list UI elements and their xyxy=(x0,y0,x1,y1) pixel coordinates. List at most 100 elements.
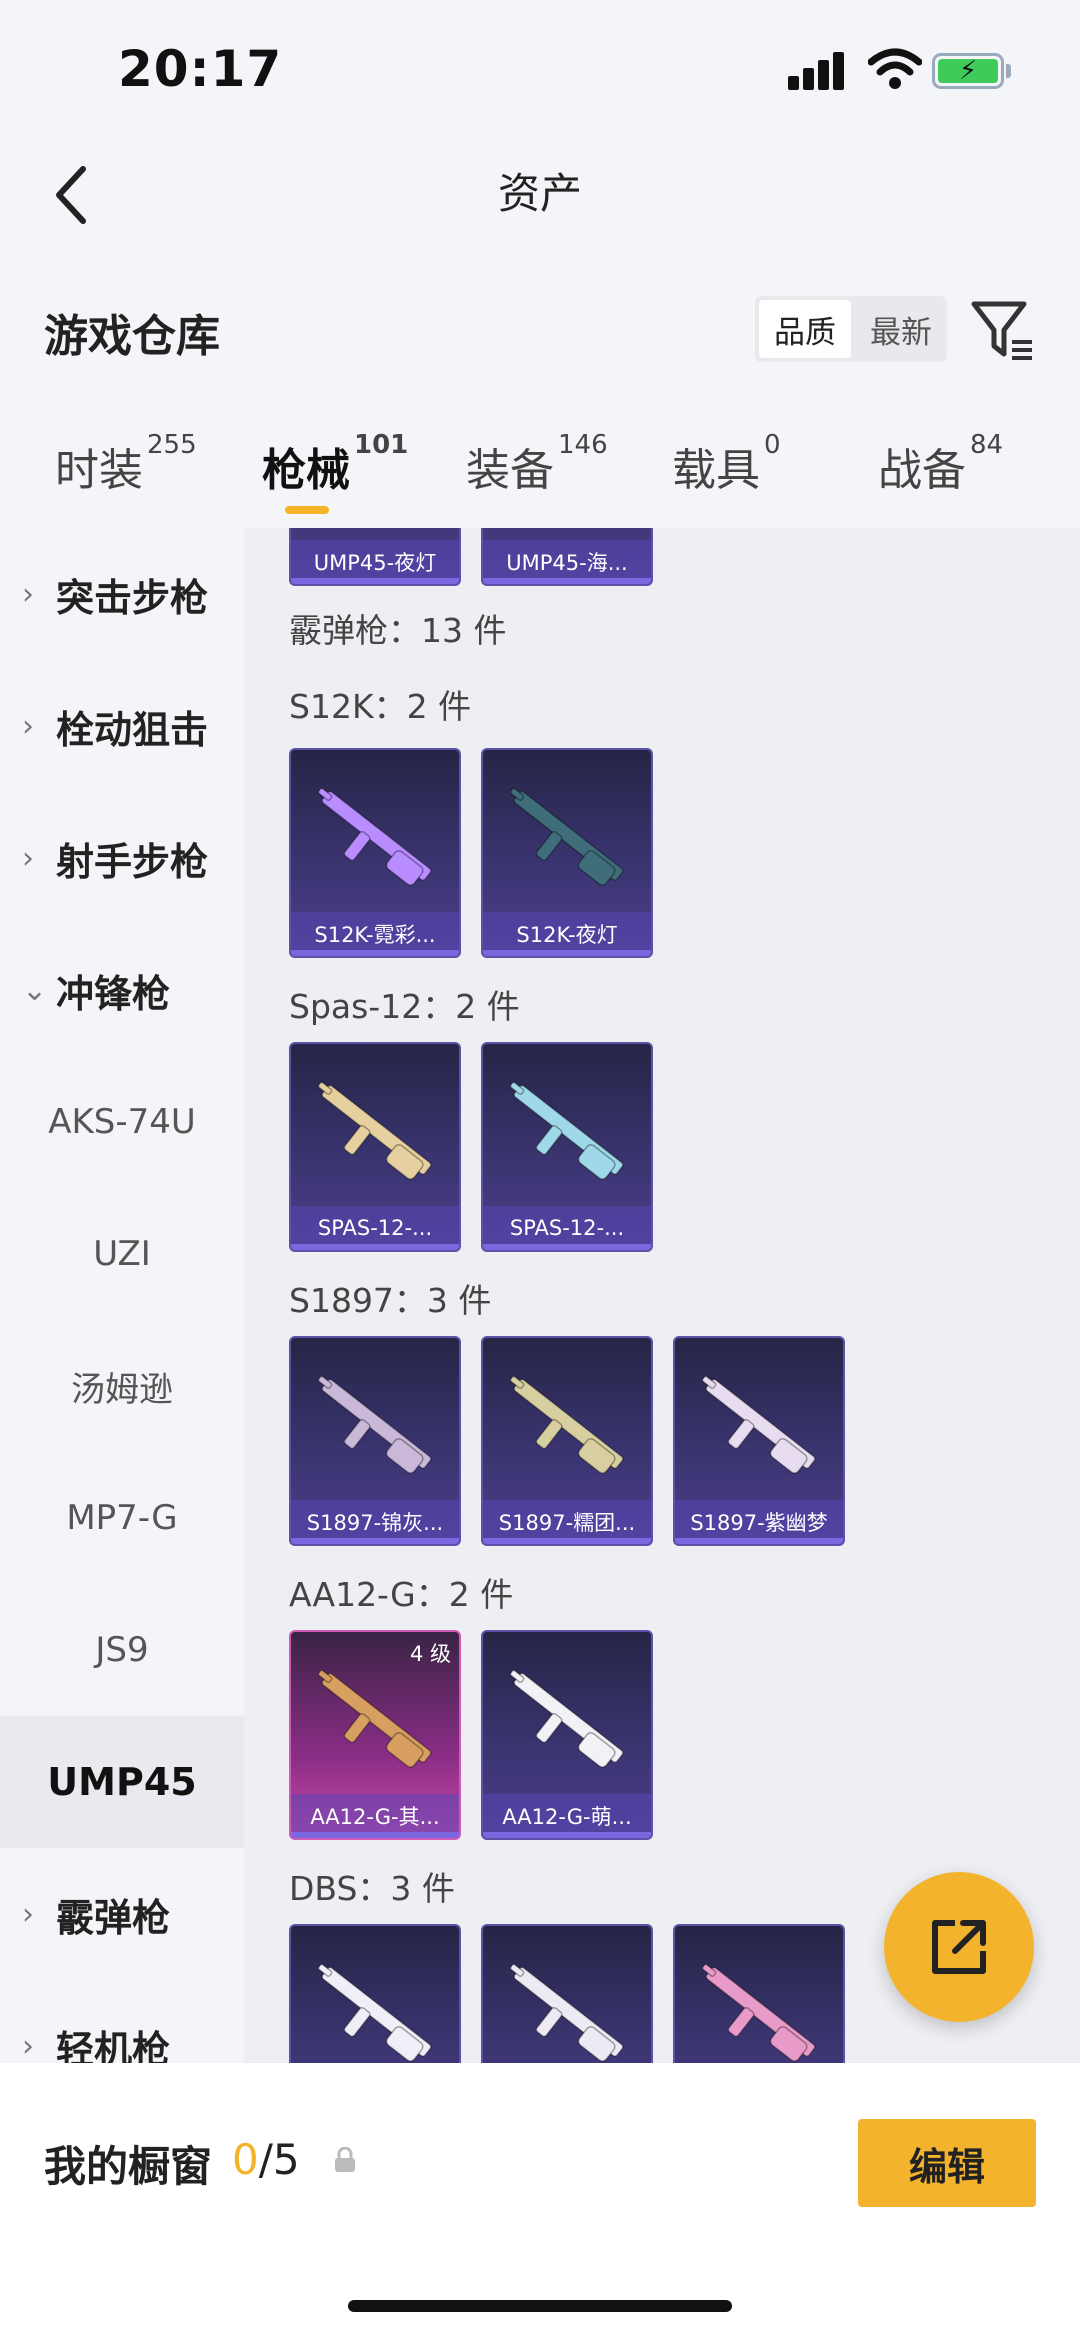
weapon-card-name: S12K-霓彩... xyxy=(291,912,459,956)
gun-image xyxy=(509,1375,624,1474)
sidebar-item-marksman-rifle[interactable]: › 射手步枪 xyxy=(0,792,244,924)
status-time: 20:17 xyxy=(118,40,283,98)
sidebar-subitem-ump45[interactable]: UMP45 xyxy=(0,1716,244,1848)
gun-image xyxy=(701,1963,816,2062)
sidebar-item-label: 轻机枪 xyxy=(56,2027,171,2064)
showcase-count: 0/5 xyxy=(232,2135,300,2184)
tab-vehicles[interactable]: 载具 0 xyxy=(672,430,781,498)
lock-icon xyxy=(335,2147,355,2172)
gun-image xyxy=(509,1669,624,1768)
group-title: DBS：3 件 xyxy=(289,1869,455,1908)
sidebar-item-label: AKS-74U xyxy=(48,1102,196,1142)
tab-count: 84 xyxy=(970,430,1004,460)
sidebar-item-label: UMP45 xyxy=(47,1760,197,1804)
showcase-current: 0 xyxy=(232,2135,259,2184)
sidebar-item-label: 栓动狙击 xyxy=(56,707,209,752)
sidebar-subitem-uzi[interactable]: UZI xyxy=(0,1188,244,1320)
sidebar-item-label: 冲锋枪 xyxy=(56,971,171,1016)
sidebar-subitem-aks74u[interactable]: AKS-74U xyxy=(0,1056,244,1188)
chevron-down-icon: ⌄ xyxy=(22,972,48,1008)
weapon-card[interactable]: S12K-夜灯 xyxy=(481,748,653,958)
gun-image xyxy=(509,1963,624,2062)
gun-image xyxy=(317,1963,432,2062)
tab-active-indicator xyxy=(285,506,329,514)
sidebar-item-bolt-sniper[interactable]: › 栓动狙击 xyxy=(0,660,244,792)
sidebar-subitem-js9[interactable]: JS9 xyxy=(0,1584,244,1716)
sidebar-item-label: JS9 xyxy=(95,1630,149,1670)
weapon-card[interactable]: S1897-糯团... xyxy=(481,1336,653,1546)
weapon-card[interactable] xyxy=(289,1924,461,2063)
wifi-icon xyxy=(868,48,922,89)
weapon-card-name: AA12-G-萌... xyxy=(483,1794,651,1838)
sort-quality-option[interactable]: 品质 xyxy=(759,300,851,358)
weapon-card[interactable]: S1897-紫幽梦 xyxy=(673,1336,845,1546)
sidebar-item-label: MP7-G xyxy=(66,1498,178,1538)
weapon-grid: UMP45-夜灯 UMP45-海... 霰弹枪：13 件 S12K：2 件 S1… xyxy=(244,528,1080,2063)
tab-count: 0 xyxy=(764,430,781,460)
weapon-card-name: UMP45-夜灯 xyxy=(291,540,459,584)
weapon-card-name: S12K-夜灯 xyxy=(483,912,651,956)
weapon-card-name: SPAS-12-... xyxy=(291,1206,459,1250)
sidebar-item-smg[interactable]: ⌄ 冲锋枪 xyxy=(0,924,244,1056)
tab-label: 装备 xyxy=(466,445,554,496)
weapon-card-name: SPAS-12-... xyxy=(483,1206,651,1250)
tab-fashion[interactable]: 时装 255 xyxy=(55,430,197,498)
tab-equipment[interactable]: 装备 146 xyxy=(466,430,608,498)
filter-icon xyxy=(971,301,1032,360)
sidebar-item-shotgun[interactable]: › 霰弹枪 xyxy=(0,1848,244,1980)
tab-firearms[interactable]: 枪械 101 xyxy=(262,430,408,498)
weapon-card[interactable]: 4 级 AA12-G-其... xyxy=(289,1630,461,1840)
weapon-card-name: AA12-G-其... xyxy=(291,1794,459,1838)
weapon-card[interactable] xyxy=(481,1924,653,2063)
showcase-bar: 我的橱窗 0/5 编辑 xyxy=(0,2063,1080,2337)
gun-image xyxy=(701,1375,816,1474)
nav-bar: 资产 xyxy=(0,130,1080,260)
tab-count: 101 xyxy=(354,430,409,460)
weapon-type-sidebar: › 突击步枪 › 栓动狙击 › 射手步枪 ⌄ 冲锋枪 AKS-74U UZI 汤… xyxy=(0,528,244,2063)
group-title: S1897：3 件 xyxy=(289,1281,492,1320)
sidebar-item-assault-rifle[interactable]: › 突击步枪 xyxy=(0,528,244,660)
gun-image xyxy=(509,787,624,886)
gun-image xyxy=(509,1081,624,1180)
sidebar-item-label: 霰弹枪 xyxy=(56,1895,171,1940)
warehouse-title: 游戏仓库 xyxy=(44,311,220,362)
weapon-card[interactable]: AA12-G-萌... xyxy=(481,1630,653,1840)
sidebar-subitem-mp7g[interactable]: MP7-G xyxy=(0,1452,244,1584)
tab-supplies[interactable]: 战备 84 xyxy=(878,430,1003,498)
weapon-card[interactable] xyxy=(673,1924,845,2063)
gun-image xyxy=(317,1081,432,1180)
category-tabs: 时装 255 枪械 101 装备 146 载具 0 战备 84 xyxy=(0,420,1080,530)
page-title: 资产 xyxy=(497,169,582,218)
sort-latest-option[interactable]: 最新 xyxy=(855,296,947,362)
edit-button[interactable]: 编辑 xyxy=(858,2119,1036,2207)
tab-count: 255 xyxy=(147,430,197,460)
showcase-label: 我的橱窗 xyxy=(44,2142,213,2191)
sidebar-item-label: 汤姆逊 xyxy=(71,1369,173,1410)
gun-image xyxy=(317,1375,432,1474)
weapon-card-name: S1897-糯团... xyxy=(483,1500,651,1544)
weapon-card-name: UMP45-海... xyxy=(483,540,651,584)
weapon-card[interactable]: UMP45-夜灯 xyxy=(289,528,461,586)
weapon-card[interactable]: S12K-霓彩... xyxy=(289,748,461,958)
tab-count: 146 xyxy=(558,430,608,460)
chevron-right-icon: › xyxy=(22,2028,34,2064)
chevron-right-icon: › xyxy=(22,708,34,744)
tab-label: 枪械 xyxy=(262,445,350,496)
sidebar-item-label: 突击步枪 xyxy=(56,575,209,620)
tab-label: 战备 xyxy=(878,445,966,496)
weapon-card[interactable]: S1897-锦灰... xyxy=(289,1336,461,1546)
filter-button[interactable] xyxy=(968,296,1038,366)
sidebar-item-lmg[interactable]: › 轻机枪 xyxy=(0,1980,244,2064)
signal-icon xyxy=(788,50,848,90)
weapon-card[interactable]: UMP45-海... xyxy=(481,528,653,586)
group-title: S12K：2 件 xyxy=(289,687,472,726)
weapon-card[interactable]: SPAS-12-... xyxy=(289,1042,461,1252)
group-title: Spas-12：2 件 xyxy=(289,987,520,1026)
share-button[interactable] xyxy=(884,1872,1034,2022)
sort-toggle: 品质 最新 xyxy=(755,296,947,362)
status-bar: 20:17 ⚡ xyxy=(0,0,1080,130)
battery-cap xyxy=(1006,64,1011,78)
weapon-card[interactable]: SPAS-12-... xyxy=(481,1042,653,1252)
sidebar-subitem-thompson[interactable]: 汤姆逊 xyxy=(0,1320,244,1452)
chevron-right-icon: › xyxy=(22,1896,34,1932)
